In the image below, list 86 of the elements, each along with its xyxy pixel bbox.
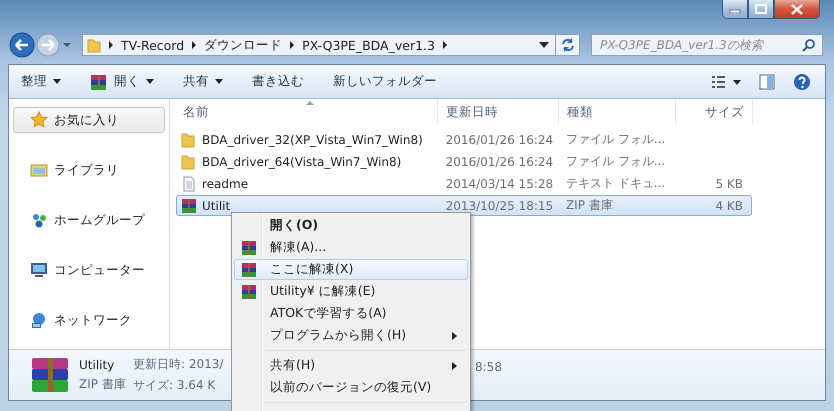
modified-date: 2016/01/26 16:24 (446, 154, 554, 168)
column-header[interactable]: 種類 (559, 99, 676, 125)
chevron-icon (191, 41, 198, 49)
file-size: 5 KB (715, 176, 743, 190)
menu-item[interactable]: 以前のバージョンの復元(V) (234, 377, 468, 398)
refresh-icon (560, 37, 576, 53)
back-forward-icon[interactable] (8, 30, 74, 60)
menu-item[interactable]: ここに解凍(X) (234, 259, 468, 280)
dropdown-icon (146, 79, 154, 84)
file-type: ZIP 書庫 (566, 197, 613, 214)
dropdown-icon[interactable] (539, 42, 549, 48)
file-name: BDA_driver_64(Vista_Win7_Win8) (202, 154, 402, 168)
column-header[interactable]: 更新日時 (438, 99, 559, 125)
file-row[interactable]: BDA_driver_32(XP_Vista_Win7_Win8) 2016/01/26 16:24 ファイル フォル... (176, 129, 752, 150)
modified-date: 2016/01/26 16:24 (446, 132, 554, 146)
dropdown-icon (215, 79, 223, 84)
search-icon (802, 38, 816, 52)
folder-icon (181, 132, 197, 148)
archive-icon (241, 240, 257, 256)
file-name: Utility (79, 358, 116, 372)
archive-icon (90, 72, 108, 90)
file-size: 4 KB (715, 198, 743, 212)
preview-pane-icon (759, 74, 775, 90)
sidebar-item[interactable]: ネットワーク (13, 307, 165, 333)
archive-icon (181, 198, 197, 214)
network-icon (30, 311, 48, 329)
toolbar-button[interactable]: 共有 (183, 69, 236, 94)
file-row[interactable]: readme 2014/03/14 15:28 テキスト ドキュ... 5 KB (176, 173, 752, 194)
file-name: BDA_driver_32(XP_Vista_Win7_Win8) (202, 132, 423, 146)
menu-item[interactable]: プログラムから開く(H) (234, 325, 468, 346)
search-field[interactable]: PX-Q3PE_BDA_ver1.3の検索 (591, 34, 823, 56)
file-size: サイズ: 3.64 K (133, 377, 216, 394)
archive-icon (241, 262, 257, 278)
chevron-icon (442, 41, 448, 49)
sidebar-item[interactable]: コンピューター (13, 257, 165, 283)
file-row[interactable]: Utilit 2013/10/25 18:15 ZIP 書庫 4 KB (176, 195, 752, 216)
maximize-button[interactable] (748, 0, 774, 19)
submenu-arrow-icon (452, 362, 457, 370)
modified-date: 2013/10/25 18:15 (446, 198, 554, 212)
menu-item[interactable]: 共有(H) (234, 355, 468, 376)
star-icon (30, 111, 48, 129)
modified-date: 更新日時: 2013/ (133, 356, 223, 373)
folder-icon (87, 37, 101, 53)
modified-time: 8:58 (475, 360, 502, 374)
chevron-icon (108, 41, 114, 49)
sort-caret-icon (306, 101, 314, 105)
homegroup-icon (30, 211, 48, 229)
address-bar[interactable]: TV-Record ダウンロード PX-Q3PE_BDA_ver1.3 (82, 34, 556, 56)
file-type: ファイル フォル... (566, 153, 666, 170)
modified-date: 2014/03/14 15:28 (446, 176, 554, 190)
toolbar-button[interactable]: 書き込む (252, 69, 317, 94)
file-name: Utilit (202, 198, 230, 212)
toolbar-button[interactable]: 新しいフォルダー (333, 69, 450, 94)
list-view-icon (711, 74, 741, 88)
file-type: テキスト ドキュ... (566, 175, 666, 192)
folder-icon (181, 154, 197, 170)
menu-item[interactable]: ATOKで学習する(A) (234, 303, 468, 324)
file-type: ZIP 書庫 (79, 376, 125, 392)
submenu-arrow-icon (452, 332, 457, 340)
dropdown-icon (53, 79, 61, 84)
computer-icon (30, 261, 48, 279)
breadcrumb[interactable]: ダウンロード (204, 36, 282, 54)
file-type: ファイル フォル... (566, 131, 666, 148)
archive-icon (241, 284, 257, 300)
document-icon (181, 176, 197, 192)
sidebar-item[interactable]: ホームグループ (13, 207, 165, 233)
menu-item[interactable]: Utility¥ に解凍(E) (234, 281, 468, 302)
chevron-icon (289, 41, 296, 49)
file-row[interactable]: BDA_driver_64(Vista_Win7_Win8) 2016/01/26 16:24 ファイル フォル... (176, 151, 752, 172)
sidebar-item[interactable]: お気に入り (13, 107, 165, 133)
column-header[interactable]: サイズ (676, 99, 753, 125)
menu-item[interactable]: 解凍(A)... (234, 237, 468, 258)
minimize-button[interactable] (722, 0, 748, 19)
breadcrumb[interactable]: PX-Q3PE_BDA_ver1.3 (302, 38, 435, 52)
file-name: readme (202, 176, 248, 190)
toolbar-button[interactable]: 整理 (21, 69, 74, 94)
toolbar-button[interactable]: 開く (90, 68, 167, 94)
refresh-button[interactable] (555, 34, 580, 56)
help-icon (793, 72, 811, 90)
archive-icon (29, 355, 71, 395)
maximize-icon (755, 4, 767, 14)
breadcrumb[interactable]: TV-Record (121, 38, 184, 52)
close-button[interactable] (774, 0, 820, 19)
menu-item[interactable]: 開く(O) (234, 215, 468, 236)
sidebar-item[interactable]: ライブラリ (13, 157, 165, 183)
close-icon (791, 4, 803, 14)
